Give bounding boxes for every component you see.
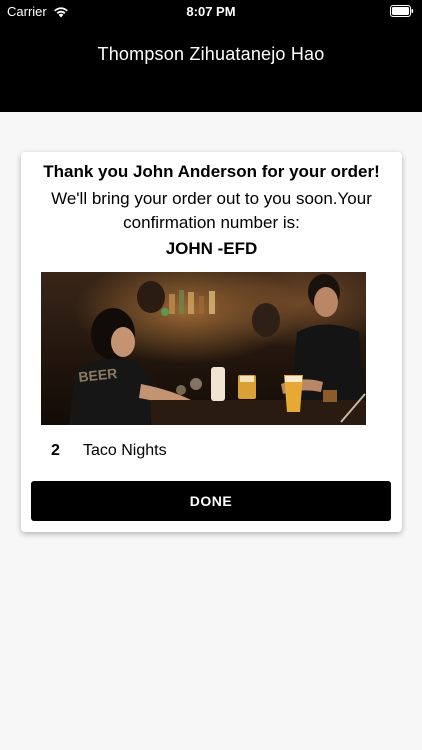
order-item-row: 2 Taco Nights bbox=[51, 442, 167, 460]
confirmation-number: JOHN -EFD bbox=[165, 239, 258, 258]
battery-icon bbox=[390, 5, 414, 17]
thank-you-heading: Thank you John Anderson for your order! bbox=[43, 162, 380, 181]
status-bar: Carrier 8:07 PM bbox=[0, 0, 422, 24]
bar-photo: BEER bbox=[41, 272, 366, 425]
navigation-bar: Thompson Zihuatanejo Hao bbox=[0, 24, 422, 112]
order-item-quantity: 2 bbox=[51, 442, 60, 459]
restaurant-title: Thompson Zihuatanejo Hao bbox=[97, 44, 325, 64]
status-time: 8:07 PM bbox=[186, 4, 236, 19]
order-confirmation-card: Thank you John Anderson for your order! … bbox=[21, 152, 402, 532]
order-item-name: Taco Nights bbox=[83, 442, 167, 459]
done-button[interactable]: DONE bbox=[31, 481, 391, 521]
bar-photo-illustration: BEER bbox=[41, 272, 366, 425]
confirmation-message: We'll bring your order out to you soon.Y… bbox=[51, 189, 372, 232]
